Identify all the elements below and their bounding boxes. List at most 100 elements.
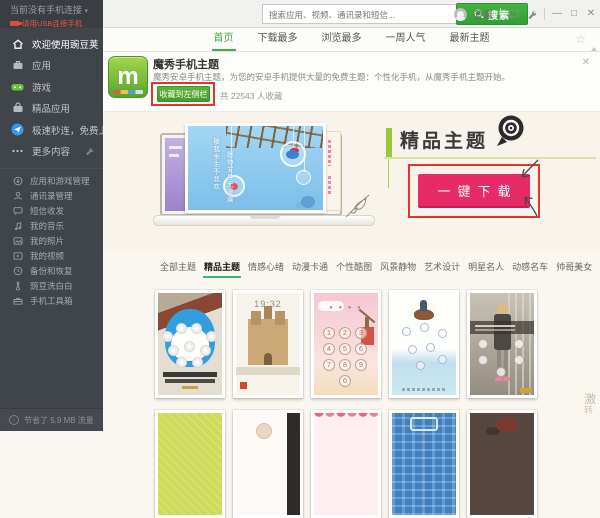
panel-close-icon[interactable]: ✕ xyxy=(582,57,590,68)
pin-dots: ● ● ● ● xyxy=(314,305,378,311)
login-link[interactable]: 登录 xyxy=(474,7,493,21)
category-scenery[interactable]: 风景静物 xyxy=(379,257,417,278)
theme-thumbnail-art: ● ● ● ● 1234567890 xyxy=(314,293,378,395)
sidebar-item-label: 手机工具箱 xyxy=(30,295,73,307)
sidebar-item-more[interactable]: 更多内容 xyxy=(0,141,103,163)
sidebar-item-welcome[interactable]: 欢迎使用豌豆荚 xyxy=(0,33,103,55)
divider xyxy=(544,8,545,20)
theme-card-lime[interactable] xyxy=(155,410,225,518)
gamepad-icon xyxy=(11,81,24,93)
category-anime[interactable]: 动漫卡通 xyxy=(291,257,329,278)
category-bar: 全部主题 精品主题 情感心绪 动漫卡通 个性酷图 风景静物 艺术设计 明星名人 … xyxy=(103,250,600,285)
sidebar-item-photos[interactable]: 我的照片 xyxy=(0,233,103,248)
theme-card-pin-lock[interactable]: ● ● ● ● 1234567890 xyxy=(311,290,381,398)
tab-bar: 首页 下载最多 浏览最多 一周人气 最新主题 ☆ xyxy=(103,28,600,52)
tab-most-downloaded[interactable]: 下载最多 xyxy=(256,29,300,51)
sidebar-item-videos[interactable]: 我的视频 xyxy=(0,248,103,263)
close-button[interactable]: ✕ xyxy=(586,9,596,19)
manage-icon xyxy=(12,176,23,186)
sidebar-item-label: 短信收发 xyxy=(30,205,64,217)
app-title: 魔秀手机主题 xyxy=(153,56,219,72)
category-cars[interactable]: 动感名车 xyxy=(511,257,549,278)
sidebar-item-label: 应用和游戏管理 xyxy=(30,175,90,187)
theme-thumbnail-art xyxy=(470,293,534,395)
device-connection-dropdown[interactable]: 当前没有手机连接 ▾ 请用USB连接手机 xyxy=(0,0,103,28)
category-all[interactable]: 全部主题 xyxy=(159,257,197,278)
sidebar-item-app-game-manager[interactable]: 应用和游戏管理 xyxy=(0,173,103,188)
bamboo-lattice-art xyxy=(226,126,323,148)
keypad-digit: 3 xyxy=(355,327,367,339)
theme-card-doraemon[interactable] xyxy=(155,290,225,398)
green-accent-tail xyxy=(388,158,389,188)
usb-icon xyxy=(10,21,19,26)
feedback-icon[interactable] xyxy=(508,9,519,20)
tab-newest[interactable]: 最新主题 xyxy=(448,29,492,51)
theme-card-church[interactable]: 19:32 xyxy=(233,290,303,398)
sidebar-item-games[interactable]: 游戏 xyxy=(0,76,103,98)
contact-icon xyxy=(12,191,23,201)
theme-thumbnail-art xyxy=(158,293,222,395)
theme-grid-row-1: 19:32 ● ● ● ● 1234567890 xyxy=(155,290,537,398)
sidebar-item-label: 我的照片 xyxy=(30,235,64,247)
keypad-digit: 9 xyxy=(355,359,367,371)
sidebar-item-apps[interactable]: 应用 xyxy=(0,55,103,77)
theme-thumbnail-art xyxy=(392,413,456,515)
flower-art xyxy=(301,196,315,208)
theme-card-girl-photo[interactable] xyxy=(467,290,537,398)
collect-to-sidebar-button[interactable]: 收藏到左侧栏 xyxy=(157,86,210,102)
category-celebrity[interactable]: 明星名人 xyxy=(467,257,505,278)
sidebar-item-toolbox[interactable]: 手机工具箱 xyxy=(0,293,103,308)
sidebar-item-featured-apps[interactable]: 精品应用 xyxy=(0,98,103,120)
traffic-saved-label: 节省了 5.9 MB 流量 xyxy=(24,415,94,426)
settings-wrench-icon[interactable] xyxy=(526,9,537,20)
bag-icon xyxy=(11,102,24,114)
watermark-line2: 转 xyxy=(584,406,600,416)
sidebar-item-music[interactable]: 我的音乐 xyxy=(0,218,103,233)
theme-thumbnail-art xyxy=(236,413,300,515)
paper-plane-icon xyxy=(11,123,24,136)
search-input[interactable] xyxy=(263,6,456,24)
theme-card-pink-scallop[interactable] xyxy=(311,410,381,518)
category-art[interactable]: 艺术设计 xyxy=(423,257,461,278)
theme-card-blue-pattern[interactable] xyxy=(389,410,459,518)
category-cool[interactable]: 个性酷图 xyxy=(335,257,373,278)
wind-chime xyxy=(280,141,306,167)
theme-grid-row-2 xyxy=(155,410,537,518)
sidebar-item-speed-connect[interactable]: 极速秒连，免费上网 xyxy=(0,119,103,141)
keypad-digit: 8 xyxy=(339,359,351,371)
divider xyxy=(500,8,501,20)
featured-banner: 敬我余生不悲欢 愿你岁月无波澜 精品主题 一键下载 xyxy=(103,112,600,250)
sms-icon xyxy=(12,206,23,216)
sidebar-item-label: 通讯录管理 xyxy=(30,190,73,202)
category-featured[interactable]: 精品主题 xyxy=(203,257,241,278)
keypad-digit: 7 xyxy=(323,359,335,371)
category-beauty[interactable]: 帅哥美女 xyxy=(555,257,593,278)
user-avatar-icon[interactable] xyxy=(454,8,467,21)
sidebar-item-xibaibai[interactable]: 豌豆洗白白 xyxy=(0,278,103,293)
tab-weekly-popular[interactable]: 一周人气 xyxy=(384,29,428,51)
flask-icon xyxy=(12,281,23,291)
pin-keypad-art: 1234567890 xyxy=(323,327,371,387)
sidebar-item-contacts[interactable]: 通讯录管理 xyxy=(0,188,103,203)
main-content: 首页 下载最多 浏览最多 一周人气 最新主题 ☆ m 魔秀手机主题 魔秀安卓手机… xyxy=(103,28,600,431)
theme-card-sketch[interactable] xyxy=(233,410,303,518)
camera-lens-icon xyxy=(494,114,526,150)
customize-wrench-icon[interactable] xyxy=(84,146,94,156)
toolbox-icon xyxy=(12,296,23,306)
sidebar-item-sms[interactable]: 短信收发 xyxy=(0,203,103,218)
tab-home[interactable]: 首页 xyxy=(212,29,236,51)
theme-card-dark-photo[interactable] xyxy=(467,410,537,518)
home-icon xyxy=(11,38,24,50)
keypad-digit: 4 xyxy=(323,343,335,355)
maximize-button[interactable]: □ xyxy=(569,9,579,19)
category-emotion[interactable]: 情感心绪 xyxy=(247,257,285,278)
theme-thumbnail-art xyxy=(392,293,456,395)
tab-most-viewed[interactable]: 浏览最多 xyxy=(320,29,364,51)
sidebar-item-backup[interactable]: 备份和恢复 xyxy=(0,263,103,278)
collect-count-text: 共 22543 人收藏 xyxy=(220,90,282,102)
favorite-star-icon[interactable]: ☆ xyxy=(575,32,586,46)
theme-card-horse-illustration[interactable] xyxy=(389,290,459,398)
minimize-button[interactable]: — xyxy=(552,9,562,19)
keypad-digit: 2 xyxy=(339,327,351,339)
scroll-up-arrow-icon[interactable] xyxy=(591,47,597,51)
